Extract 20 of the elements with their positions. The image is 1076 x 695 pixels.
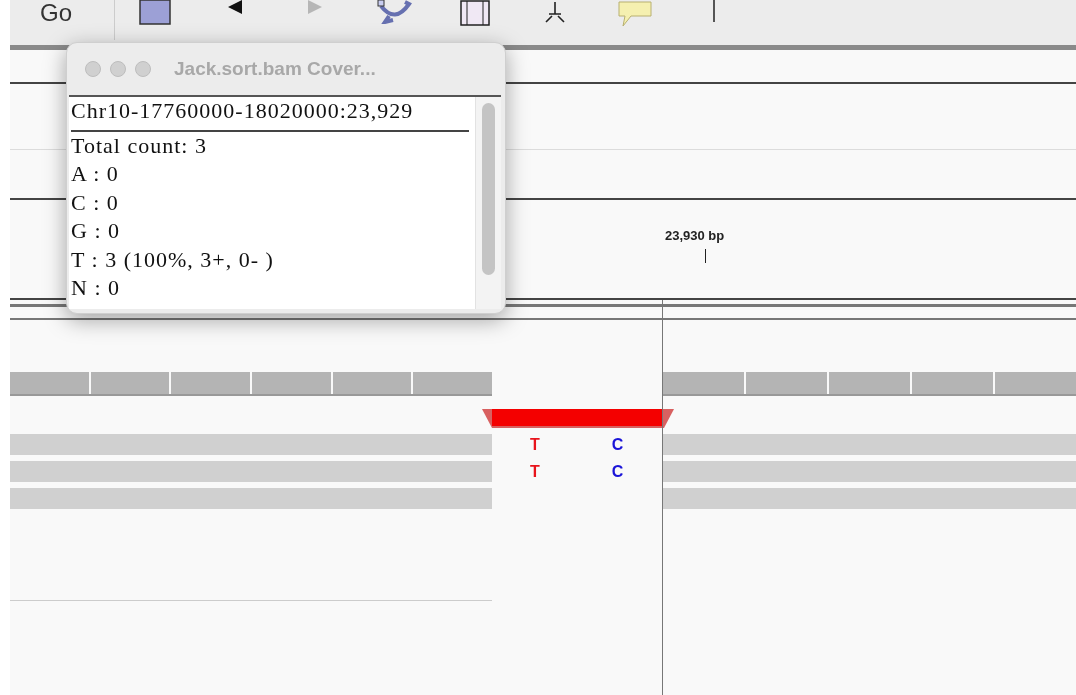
window-title: Jack.sort.bam Cover... bbox=[174, 58, 376, 80]
ruler-label: 23,930 bp bbox=[665, 228, 725, 243]
panel-icon[interactable] bbox=[460, 0, 490, 26]
count-line: G : 0 bbox=[71, 217, 121, 245]
mismatch-base: T bbox=[530, 436, 540, 453]
mismatch-base: T bbox=[530, 463, 540, 480]
go-button[interactable]: Go bbox=[40, 0, 115, 40]
refresh-icon[interactable] bbox=[377, 0, 413, 24]
back-icon[interactable] bbox=[228, 0, 242, 14]
location-text: Chr10-17760000-18020000:23,929 bbox=[71, 97, 469, 132]
count-line: T : 3 (100%, 3+, 0- ) bbox=[71, 245, 275, 274]
count-line: N : 0 bbox=[71, 274, 121, 302]
count-line: Total count: 3 bbox=[71, 131, 208, 160]
mismatch-base: C bbox=[611, 436, 624, 453]
ruler-tick bbox=[705, 249, 706, 263]
scrollbar[interactable] bbox=[475, 97, 501, 309]
count-line: C : 0 bbox=[71, 188, 120, 217]
count-line: A : 0 bbox=[71, 160, 120, 188]
mismatch-base: C bbox=[611, 463, 624, 480]
slider-edge-icon[interactable] bbox=[713, 0, 717, 24]
